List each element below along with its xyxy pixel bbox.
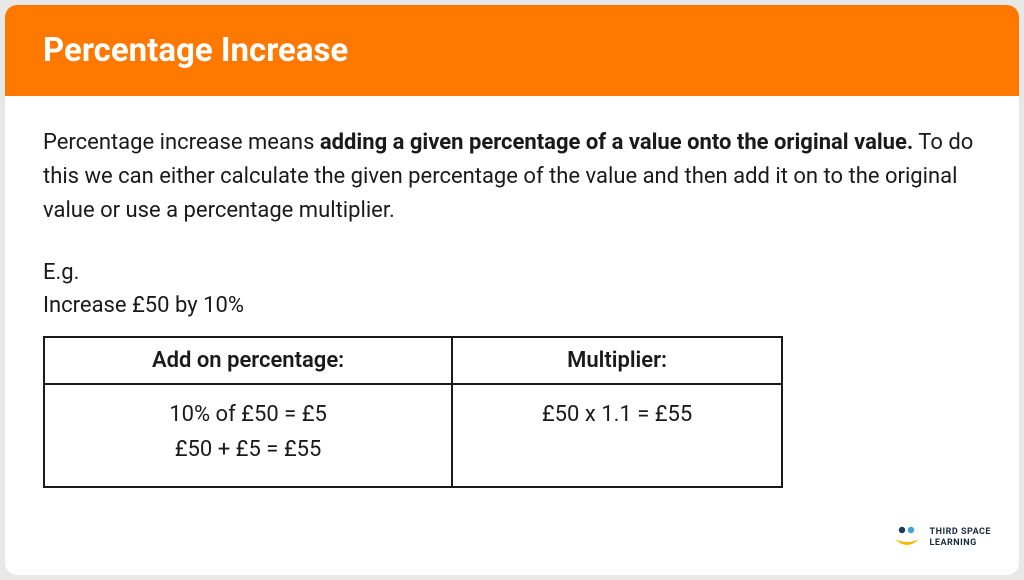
table-header-row: Add on percentage: Multiplier:: [44, 337, 782, 384]
addon-line2: £50 + £5 = £55: [57, 432, 439, 467]
table-header-multiplier: Multiplier:: [452, 337, 782, 384]
example-label: E.g.: [43, 256, 981, 289]
table-header-addon: Add on percentage:: [44, 337, 452, 384]
table-cell-multiplier: £50 x 1.1 = £55: [452, 384, 782, 486]
desc-bold: adding a given percentage of a value ont…: [320, 130, 913, 155]
logo-text: THIRD SPACE LEARNING: [930, 527, 991, 549]
table-row: 10% of £50 = £5 £50 + £5 = £55 £50 x 1.1…: [44, 384, 782, 486]
header-banner: Percentage Increase: [5, 5, 1019, 96]
table-cell-addon: 10% of £50 = £5 £50 + £5 = £55: [44, 384, 452, 486]
desc-prefix: Percentage increase means: [43, 130, 320, 155]
description-paragraph: Percentage increase means adding a given…: [43, 126, 981, 228]
logo-text-line1: THIRD SPACE: [930, 527, 991, 538]
brand-logo: THIRD SPACE LEARNING: [892, 525, 991, 551]
logo-text-line2: LEARNING: [930, 538, 991, 549]
content-area: Percentage increase means adding a given…: [5, 96, 1019, 518]
example-text: Increase £50 by 10%: [43, 289, 981, 322]
content-card: Percentage Increase Percentage increase …: [5, 5, 1019, 575]
addon-line1: 10% of £50 = £5: [57, 397, 439, 432]
logo-icon: [892, 525, 922, 551]
methods-table: Add on percentage: Multiplier: 10% of £5…: [43, 336, 783, 487]
page-title: Percentage Increase: [43, 31, 981, 70]
multiplier-line1: £50 x 1.1 = £55: [465, 397, 769, 432]
